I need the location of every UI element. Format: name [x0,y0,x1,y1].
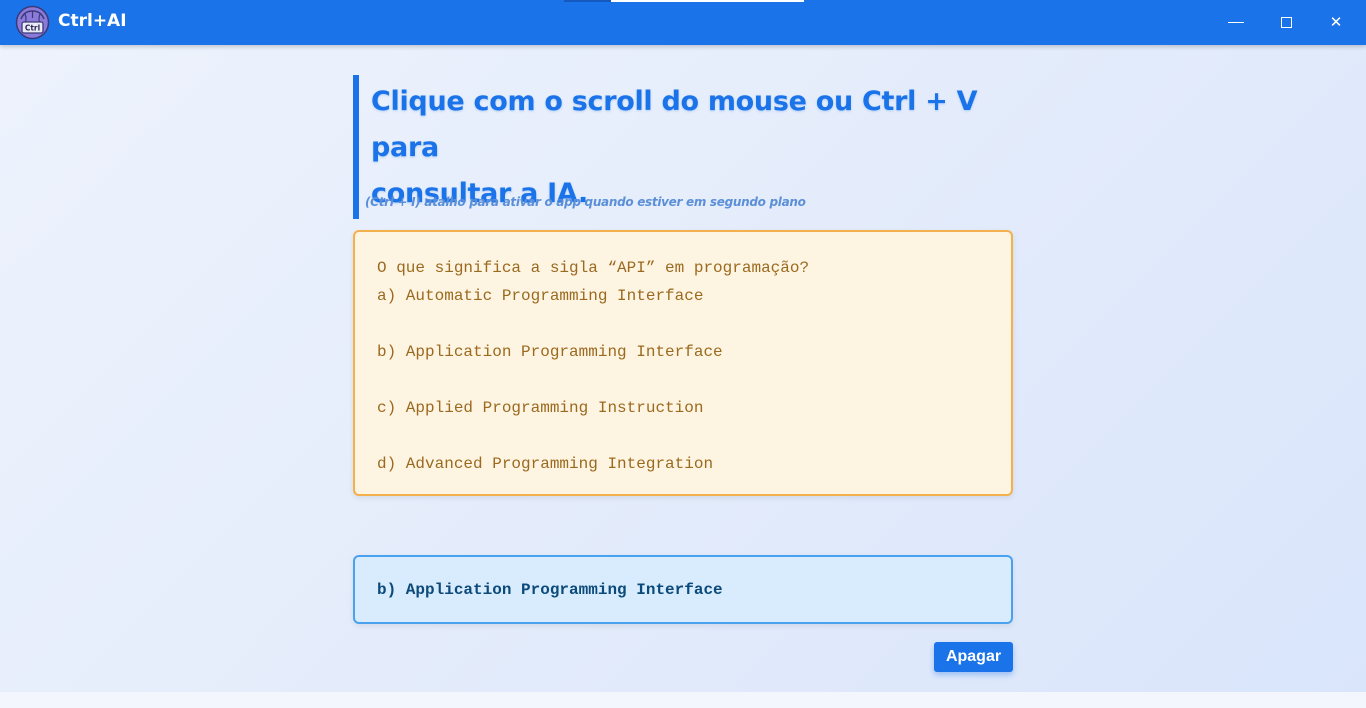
app-title: Ctrl+AI [58,11,127,31]
shortcut-hint: (Ctrl + I) atalho para ativar o app quan… [365,195,806,209]
option-d: d) Advanced Programming Integration [377,455,714,473]
heading-line-2: consultar a IA. [371,178,588,209]
bottom-strip [0,692,1366,708]
option-a: a) Automatic Programming Interface [377,287,704,305]
answer-text: b) Application Programming Interface [377,580,723,599]
answer-box[interactable]: b) Application Programming Interface [353,555,1013,624]
clear-button[interactable]: Apagar [934,642,1013,672]
logo-text: Ctrl [25,24,40,33]
heading-line-1: Clique com o scroll do mouse ou Ctrl + V… [371,86,978,163]
close-button[interactable]: ✕ [1311,0,1361,45]
maximize-icon [1280,17,1292,28]
title-bar-highlight [611,0,804,2]
brain-ctrl-icon: Ctrl [15,5,50,40]
question-text-area[interactable]: O que significa a sigla “API” em program… [353,230,1013,496]
option-c: c) Applied Programming Instruction [377,399,704,417]
title-bar[interactable]: Ctrl Ctrl+AI ✕ [0,0,1366,45]
minimize-button[interactable] [1211,0,1261,45]
title-bar-accent [564,0,611,2]
question-text: O que significa a sigla “API” em program… [377,259,810,277]
minimize-icon [1228,22,1244,23]
close-icon: ✕ [1329,13,1343,31]
option-b: b) Application Programming Interface [377,343,723,361]
maximize-button[interactable] [1261,0,1311,45]
